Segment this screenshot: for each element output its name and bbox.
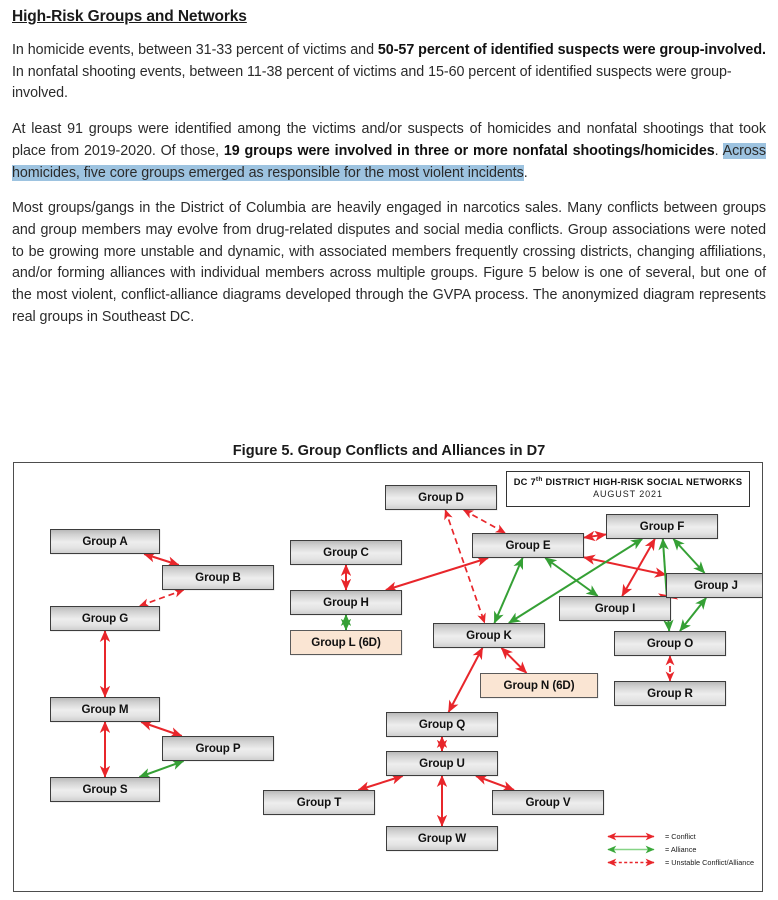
- group-node-r[interactable]: Group R: [614, 681, 726, 706]
- group-node-b[interactable]: Group B: [162, 565, 274, 590]
- diagram-legend: = Conflict = Alliance = Unstable Conflict/…: [602, 831, 754, 870]
- legend-row-conflict: = Conflict: [602, 831, 754, 842]
- legend-row-unstable: = Unstable Conflict/Alliance: [602, 857, 754, 868]
- group-node-e[interactable]: Group E: [472, 533, 584, 558]
- group-node-label: Group C: [323, 546, 369, 559]
- edge-b-g-unstable: [138, 589, 185, 607]
- para2-segment-2: .: [714, 142, 723, 159]
- group-node-q[interactable]: Group Q: [386, 712, 498, 737]
- group-node-label: Group H: [323, 596, 369, 609]
- edge-u-t-conflict: [357, 774, 404, 792]
- diagram-title-date: AUGUST 2021: [593, 488, 663, 499]
- group-node-label: Group K: [466, 629, 512, 642]
- edge-j-o-alliance: [679, 597, 707, 632]
- edge-a-b-conflict: [143, 552, 180, 567]
- group-node-label: Group V: [525, 796, 571, 809]
- group-node-p[interactable]: Group P: [162, 736, 274, 761]
- group-node-label: Group E: [505, 539, 551, 552]
- group-node-t[interactable]: Group T: [263, 790, 375, 815]
- network-diagram: DC 7th DISTRICT HIGH-RISK SOCIAL NETWORK…: [13, 462, 763, 892]
- group-node-label: Group L (6D): [311, 636, 381, 649]
- group-node-w[interactable]: Group W: [386, 826, 498, 851]
- group-node-label: Group W: [417, 832, 467, 845]
- group-node-label: Group G: [81, 612, 129, 625]
- paragraph-statistics: In homicide events, between 31-33 percen…: [12, 40, 766, 105]
- diagram-title-card: DC 7th DISTRICT HIGH-RISK SOCIAL NETWORK…: [506, 471, 750, 507]
- edge-f-j-alliance: [672, 538, 706, 574]
- edge-d-k-unstable: [444, 509, 486, 624]
- group-node-k[interactable]: Group K: [433, 623, 545, 648]
- group-node-label: Group U: [419, 757, 465, 770]
- group-node-label: Group F: [639, 520, 685, 533]
- group-node-label: Group N (6D): [503, 679, 575, 692]
- group-node-label: Group B: [195, 571, 241, 584]
- edge-k-n-conflict: [500, 647, 528, 674]
- edge-u-v-conflict: [475, 774, 515, 792]
- edge-k-q-conflict: [447, 647, 484, 713]
- group-node-j[interactable]: Group J: [666, 573, 762, 598]
- group-node-label: Group J: [694, 579, 738, 592]
- group-node-label: Group O: [646, 637, 694, 650]
- para1-segment-1: In homicide events, between 31-33 percen…: [12, 42, 378, 58]
- group-node-l[interactable]: Group L (6D): [290, 630, 402, 655]
- edge-s-p-alliance: [138, 759, 185, 779]
- edge-d-e-unstable: [462, 509, 506, 534]
- legend-arrow-conflict-icon: [607, 832, 655, 841]
- group-node-label: Group P: [195, 742, 241, 755]
- title-pre: DC 7: [513, 477, 536, 488]
- group-node-i[interactable]: Group I: [559, 596, 671, 621]
- group-node-label: Group T: [296, 796, 342, 809]
- legend-arrow-alliance-icon: [607, 845, 655, 854]
- group-node-v[interactable]: Group V: [492, 790, 604, 815]
- diagram-title-line1: DC 7th DISTRICT HIGH-RISK SOCIAL NETWORK…: [507, 476, 749, 487]
- group-node-g[interactable]: Group G: [50, 606, 160, 631]
- edge-e-k-alliance: [493, 557, 524, 624]
- group-node-n[interactable]: Group N (6D): [480, 673, 598, 698]
- para1-segment-2: In nonfatal shooting events, between 11-…: [12, 63, 732, 102]
- legend-label-unstable: = Unstable Conflict/Alliance: [665, 858, 755, 867]
- group-node-h[interactable]: Group H: [290, 590, 402, 615]
- group-node-c[interactable]: Group C: [290, 540, 402, 565]
- group-node-label: Group S: [82, 783, 128, 796]
- group-node-s[interactable]: Group S: [50, 777, 160, 802]
- legend-label-conflict: = Conflict: [665, 832, 696, 841]
- document-page: High-Risk Groups and Networks In homicid…: [0, 0, 778, 900]
- group-node-label: Group R: [647, 687, 693, 700]
- group-node-label: Group M: [81, 703, 129, 716]
- legend-arrow-unstable-icon: [607, 858, 655, 867]
- group-node-m[interactable]: Group M: [50, 697, 160, 722]
- page-title: High-Risk Groups and Networks: [12, 8, 247, 25]
- edge-e-f-conflict: [583, 530, 607, 542]
- article-body: High-Risk Groups and Networks In homicid…: [12, 0, 766, 343]
- legend-row-alliance: = Alliance: [602, 844, 754, 855]
- group-node-label: Group D: [418, 491, 464, 504]
- group-node-f[interactable]: Group F: [606, 514, 718, 539]
- group-node-a[interactable]: Group A: [50, 529, 160, 554]
- group-node-label: Group Q: [418, 718, 466, 731]
- para2-segment-3: .: [523, 164, 528, 181]
- legend-label-alliance: = Alliance: [665, 845, 697, 854]
- paragraph-groups-identified: At least 91 groups were identified among…: [12, 119, 766, 184]
- title-post: DISTRICT HIGH-RISK SOCIAL NETWORKS: [542, 477, 743, 488]
- title-ordinal-suffix: th: [535, 476, 543, 483]
- group-node-label: Group A: [82, 535, 128, 548]
- group-node-label: Group I: [594, 602, 636, 615]
- para1-bold-1: 50-57 percent of identified suspects wer…: [377, 42, 766, 58]
- group-node-o[interactable]: Group O: [614, 631, 726, 656]
- group-node-d[interactable]: Group D: [385, 485, 497, 510]
- figure-caption: Figure 5. Group Conflicts and Alliances …: [232, 443, 546, 459]
- group-node-u[interactable]: Group U: [386, 751, 498, 776]
- edge-e-i-alliance: [544, 557, 599, 597]
- edge-m-p-conflict: [140, 720, 183, 738]
- paragraph-narrative: Most groups/gangs in the District of Col…: [12, 200, 766, 325]
- para2-bold-1: 19 groups were involved in three or more…: [223, 142, 715, 159]
- edge-e-j-conflict: [583, 554, 667, 578]
